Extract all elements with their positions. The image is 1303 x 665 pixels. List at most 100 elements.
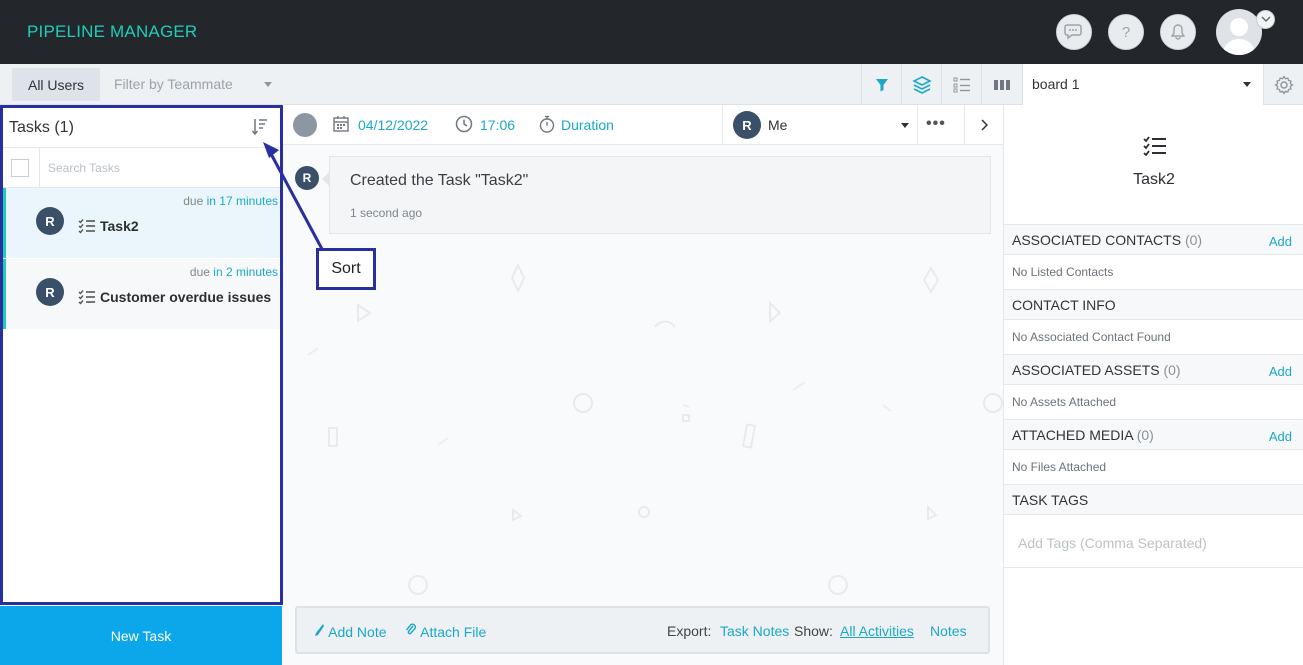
bell-icon[interactable] bbox=[1160, 14, 1196, 50]
avatar: R bbox=[733, 111, 761, 139]
tab-all-users[interactable]: All Users bbox=[12, 68, 100, 101]
show-all-activities-link[interactable]: All Activities bbox=[840, 623, 914, 639]
contacts-empty-text: No Listed Contacts bbox=[1012, 265, 1114, 279]
associated-contacts-header: ASSOCIATED CONTACTS (0) Add bbox=[1004, 224, 1303, 255]
task-list-icon bbox=[78, 218, 96, 237]
section-title-text: ATTACHED MEDIA bbox=[1012, 427, 1133, 443]
filter-teammate-select[interactable]: Filter by Teammate bbox=[114, 76, 233, 92]
due-prefix: due bbox=[183, 194, 204, 208]
activity-area: R Created the Task "Task2" 1 second ago … bbox=[283, 145, 1003, 665]
tasks-header: Tasks (1) bbox=[3, 108, 280, 148]
add-note-label: Add Note bbox=[328, 624, 387, 640]
pen-icon bbox=[315, 624, 324, 636]
show-notes-link[interactable]: Notes bbox=[930, 623, 967, 639]
calendar-icon[interactable] bbox=[333, 115, 349, 136]
activity-timestamp: 1 second ago bbox=[350, 206, 423, 220]
add-media-button[interactable]: Add bbox=[1269, 429, 1292, 444]
user-avatar-icon[interactable] bbox=[1216, 9, 1262, 55]
new-task-button[interactable]: New Task bbox=[0, 606, 282, 665]
add-contact-button[interactable]: Add bbox=[1269, 234, 1292, 249]
task-list-item[interactable]: due in 17 minutes R Task2 bbox=[3, 188, 280, 258]
assignee-label: Me bbox=[768, 117, 788, 133]
stopwatch-icon[interactable] bbox=[539, 115, 555, 136]
task-duration[interactable]: Duration bbox=[561, 117, 614, 133]
filter-icon[interactable] bbox=[861, 64, 901, 105]
section-title: ATTACHED MEDIA (0) bbox=[1012, 427, 1154, 443]
assignee-select[interactable]: R Me bbox=[722, 105, 918, 145]
task-list-icon bbox=[78, 289, 96, 308]
associated-assets-header: ASSOCIATED ASSETS (0) Add bbox=[1004, 354, 1303, 385]
attached-media-header: ATTACHED MEDIA (0) Add bbox=[1004, 419, 1303, 450]
top-bar: PIPELINE MANAGER ? bbox=[0, 0, 1303, 64]
task-due: due in 2 minutes bbox=[190, 265, 278, 279]
attach-file-button[interactable]: Attach File bbox=[405, 623, 486, 640]
board-select[interactable]: board 1 bbox=[1022, 64, 1264, 105]
avatar: R bbox=[295, 166, 319, 190]
section-title: CONTACT INFO bbox=[1012, 297, 1116, 313]
paperclip-icon bbox=[405, 623, 416, 635]
app-brand[interactable]: PIPELINE MANAGER bbox=[27, 22, 197, 42]
export-label: Export: bbox=[667, 623, 712, 639]
add-note-button[interactable]: Add Note bbox=[313, 623, 387, 640]
section-count: (0) bbox=[1163, 362, 1181, 378]
more-options-icon[interactable]: ••• bbox=[926, 115, 946, 133]
gear-icon[interactable] bbox=[1264, 64, 1303, 105]
task-detail-header: 04/12/2022 17:06 Duration R Me ••• bbox=[283, 105, 1003, 145]
select-all-checkbox[interactable] bbox=[11, 159, 29, 177]
task-status-toggle[interactable] bbox=[293, 113, 317, 137]
clock-icon[interactable] bbox=[455, 115, 473, 136]
layers-icon[interactable] bbox=[901, 64, 941, 105]
contact-info-empty-text: No Associated Contact Found bbox=[1012, 330, 1171, 344]
caret-down-icon[interactable] bbox=[264, 82, 272, 87]
assets-empty-text: No Assets Attached bbox=[1012, 395, 1117, 409]
divider bbox=[39, 148, 40, 188]
section-count: (0) bbox=[1184, 232, 1203, 248]
toolbar: All Users Filter by Teammate board 1 bbox=[0, 64, 1303, 105]
task-tags-header: TASK TAGS bbox=[1004, 484, 1303, 515]
chevron-down-icon[interactable] bbox=[1256, 10, 1275, 29]
tags-input[interactable]: Add Tags (Comma Separated) bbox=[1018, 535, 1207, 551]
task-name: Customer overdue issues bbox=[100, 289, 272, 305]
notes-toolbar: Add Note Attach File Export: Task Notes … bbox=[295, 606, 990, 654]
tasks-title: Tasks (1) bbox=[9, 119, 74, 136]
task-time[interactable]: 17:06 bbox=[480, 117, 515, 133]
divider bbox=[1004, 567, 1303, 568]
section-count: (0) bbox=[1136, 427, 1154, 443]
section-title-text: ASSOCIATED ASSETS bbox=[1012, 362, 1160, 378]
help-icon[interactable]: ? bbox=[1108, 14, 1144, 50]
caret-down-icon bbox=[1243, 82, 1251, 87]
sort-icon[interactable] bbox=[251, 118, 268, 139]
export-task-notes-link[interactable]: Task Notes bbox=[720, 623, 789, 639]
avatar: R bbox=[36, 207, 64, 235]
avatar: R bbox=[36, 278, 64, 306]
tasks-panel: Tasks (1) Search Tasks due in 17 minutes… bbox=[0, 105, 283, 605]
task-due: due in 17 minutes bbox=[183, 194, 278, 208]
caret-down-icon bbox=[901, 123, 909, 128]
section-title: ASSOCIATED ASSETS (0) bbox=[1012, 362, 1181, 378]
section-title: ASSOCIATED CONTACTS (0) bbox=[1012, 232, 1202, 248]
contact-info-header: CONTACT INFO bbox=[1004, 289, 1303, 320]
task-name: Task2 bbox=[100, 218, 139, 234]
section-title-text: ASSOCIATED CONTACTS bbox=[1012, 232, 1182, 248]
due-relative: in 17 minutes bbox=[206, 194, 278, 208]
task-list-icon bbox=[1143, 136, 1167, 159]
show-label: Show: bbox=[794, 623, 833, 639]
activity-text: Created the Task "Task2" bbox=[350, 172, 529, 189]
task-info-title: Task2 bbox=[1133, 171, 1175, 188]
columns-icon[interactable] bbox=[981, 64, 1021, 105]
task-list-item[interactable]: due in 2 minutes R Customer overdue issu… bbox=[3, 259, 280, 329]
due-prefix: due bbox=[189, 265, 210, 279]
media-empty-text: No Files Attached bbox=[1012, 460, 1107, 474]
board-select-label: board 1 bbox=[1032, 76, 1080, 92]
section-title: TASK TAGS bbox=[1012, 492, 1089, 508]
search-input[interactable]: Search Tasks bbox=[48, 161, 120, 175]
attach-file-label: Attach File bbox=[420, 624, 487, 640]
chevron-right-icon[interactable] bbox=[964, 105, 1003, 145]
list-icon[interactable] bbox=[941, 64, 981, 105]
task-date[interactable]: 04/12/2022 bbox=[358, 117, 428, 133]
sort-callout: Sort bbox=[316, 248, 376, 290]
chat-icon[interactable] bbox=[1056, 14, 1092, 50]
due-relative: in 2 minutes bbox=[213, 265, 278, 279]
activity-entry: Created the Task "Task2" 1 second ago bbox=[322, 156, 991, 234]
add-asset-button[interactable]: Add bbox=[1269, 364, 1292, 379]
